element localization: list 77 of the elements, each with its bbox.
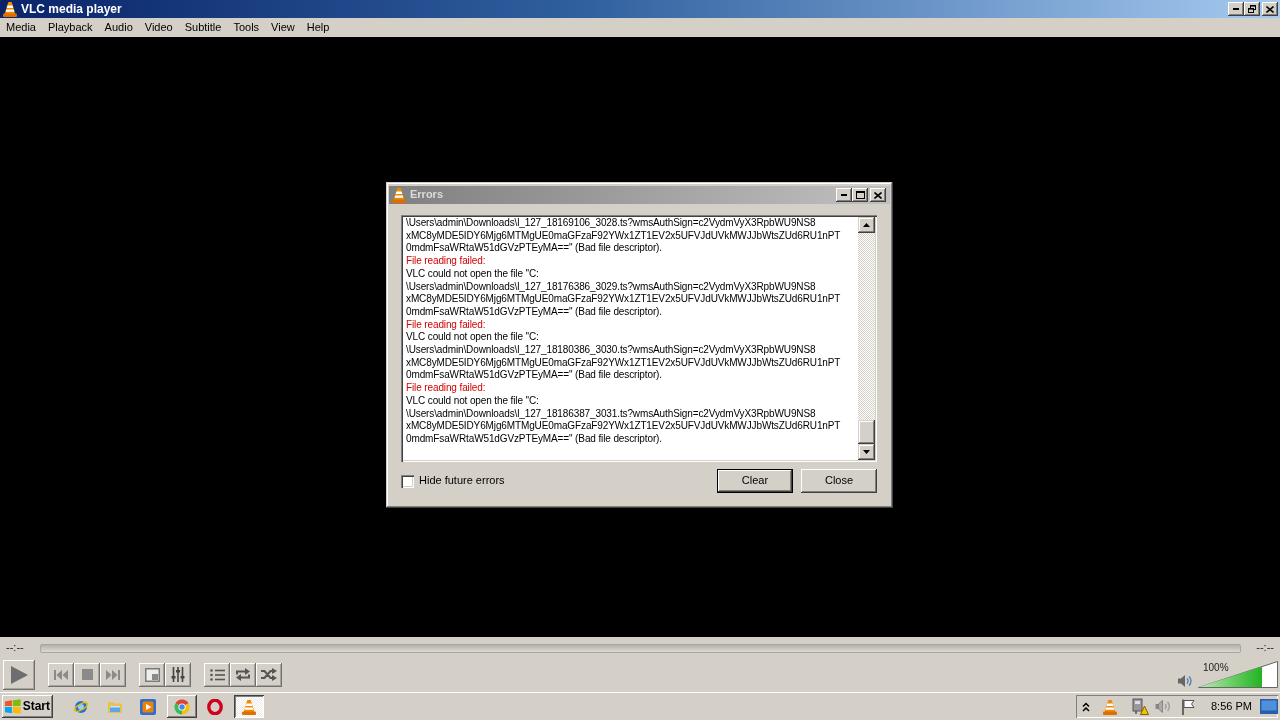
close-icon <box>1266 5 1274 13</box>
error-message: VLC could not open the file "C: \Users\admin\Downloads\l_127_18176386_3029.ts?wmsAuthSign=c2VydmVyX3RpbWU9NS8 xMC8yMDE5IDY6Mjg6MTMgUE0maGFzaF92YWx1ZT1EV2x5UFVJdUVkMWJJbWtsZUd6RU1nPT 0mdmFsaWRtaW51dGVzPTEyMA==" (Bad file descriptor). <box>406 267 842 319</box>
next-icon <box>106 669 120 680</box>
scroll-down-button[interactable] <box>858 444 875 460</box>
minimize-button[interactable] <box>836 188 852 202</box>
error-message: \Users\admin\Downloads\l_127_18169106_3028.ts?wmsAuthSign=c2VydmVyX3RpbWU9NS8 xMC8yMDE5IDY6Mjg6MTMgUE0maGFzaF92YWx1ZT1EV2x5UFVJdUVkMWJJbWtsZUd6RU1nPT 0mdmFsaWRtaW51dGVzPTEyMA==" (Bad file descriptor). <box>406 217 842 256</box>
stop-icon <box>81 669 93 680</box>
stop-button[interactable] <box>74 662 100 687</box>
maximize-button[interactable] <box>852 188 868 202</box>
previous-icon <box>54 669 68 680</box>
error-heading: File reading failed: <box>406 382 487 395</box>
menu-item[interactable]: Media <box>0 19 42 36</box>
close-button[interactable] <box>1262 2 1278 16</box>
error-heading: File reading failed: <box>406 318 487 332</box>
taskbar-button[interactable] <box>166 695 197 718</box>
list-icon <box>209 668 225 681</box>
menu-item[interactable]: Playback <box>41 19 99 36</box>
menu-item[interactable]: Subtitle <box>178 19 228 36</box>
clear-button[interactable]: Clear <box>717 469 793 493</box>
dialog-title: Errors <box>410 188 444 202</box>
sliders-icon <box>171 667 185 682</box>
restore-button[interactable] <box>1244 2 1260 16</box>
minimize-icon <box>1233 8 1239 10</box>
up-arrow-icon <box>863 223 870 227</box>
loop-icon <box>235 668 251 681</box>
window-title: VLC media player <box>21 1 122 17</box>
ring-icon <box>207 698 223 715</box>
menu-item[interactable]: View <box>265 19 301 36</box>
menu-item[interactable]: Help <box>300 19 336 36</box>
loop-button[interactable] <box>230 662 256 687</box>
error-message: VLC could not open the file "C: \Users\admin\Downloads\l_127_18180386_3030.ts?wmsAuthSign=c2VydmVyX3RpbWU9NS8 xMC8yMDE5IDY6Mjg6MTMgUE0maGFzaF92YWx1ZT1EV2x5UFVJdUVkMWJJbWtsZUd6RU1nPT 0mdmFsaWRtaW51dGVzPTEyMA==" (Bad file descriptor). <box>406 331 842 383</box>
error-heading: File reading failed: <box>406 255 487 268</box>
scroll-up-button[interactable] <box>858 217 875 233</box>
volume-reading: 100% <box>1203 662 1229 673</box>
traffic-cone-icon <box>2 1 18 17</box>
checkbox[interactable] <box>401 474 414 488</box>
elapsed-time: --:-- <box>6 641 24 655</box>
speaker-icon[interactable] <box>1178 674 1193 688</box>
restore-icon <box>1248 5 1256 13</box>
flag-icon[interactable] <box>1181 698 1197 715</box>
menu-item[interactable]: Audio <box>98 19 139 36</box>
minimize-button[interactable] <box>1228 2 1244 16</box>
close-dialog-button[interactable]: Close <box>801 469 877 493</box>
traffic-cone-icon <box>1102 698 1118 715</box>
error-message: VLC could not open the file "C: \Users\admin\Downloads\l_127_18186387_3031.ts?wmsAuthSign=c2VydmVyX3RpbWU9NS8 xMC8yMDE5IDY6Mjg6MTMgUE0maGFzaF92YWx1ZT1EV2x5UFVJdUVkMWJJbWtsZUd6RU1nPT 0mdmFsaWRtaW51dGVzPTEyMA==" (Bad file descriptor). <box>406 394 842 446</box>
maximize-icon <box>855 191 865 199</box>
close-icon <box>874 191 882 199</box>
next-button[interactable] <box>100 662 126 687</box>
window-frame-icon <box>144 667 160 682</box>
scrollbar-thumb[interactable] <box>858 420 875 444</box>
globe-icon <box>73 698 89 715</box>
traffic-cone-icon <box>391 187 407 203</box>
start-button[interactable]: Start <box>2 695 53 718</box>
minimize-icon <box>841 194 847 196</box>
traffic-cone-icon <box>240 698 257 715</box>
menu-item[interactable]: Video <box>138 19 179 36</box>
start-logo-icon <box>5 699 21 714</box>
minimal-view-button[interactable] <box>139 662 165 687</box>
playlist-button[interactable] <box>204 662 230 687</box>
down-arrow-icon <box>863 450 870 454</box>
chevron-icon[interactable] <box>1082 701 1090 712</box>
play-tile-icon <box>140 698 156 715</box>
shuffle-icon <box>261 668 277 681</box>
network-warning-icon[interactable] <box>1132 698 1149 715</box>
volume-track[interactable] <box>1198 661 1278 688</box>
play-icon <box>9 664 29 685</box>
play-button[interactable] <box>3 659 35 690</box>
round-logo-icon <box>173 698 190 715</box>
taskbar-button[interactable] <box>233 695 264 718</box>
checkbox-label[interactable]: Hide future errors <box>419 474 505 488</box>
shuffle-button[interactable] <box>256 662 282 687</box>
close-button[interactable] <box>870 188 886 202</box>
menu-item[interactable]: Tools <box>227 19 266 36</box>
extended-settings-button[interactable] <box>165 662 191 687</box>
remaining-time: --:-- <box>1256 641 1274 655</box>
clock[interactable]: 8:56 PM <box>1211 699 1252 714</box>
previous-button[interactable] <box>48 662 74 687</box>
